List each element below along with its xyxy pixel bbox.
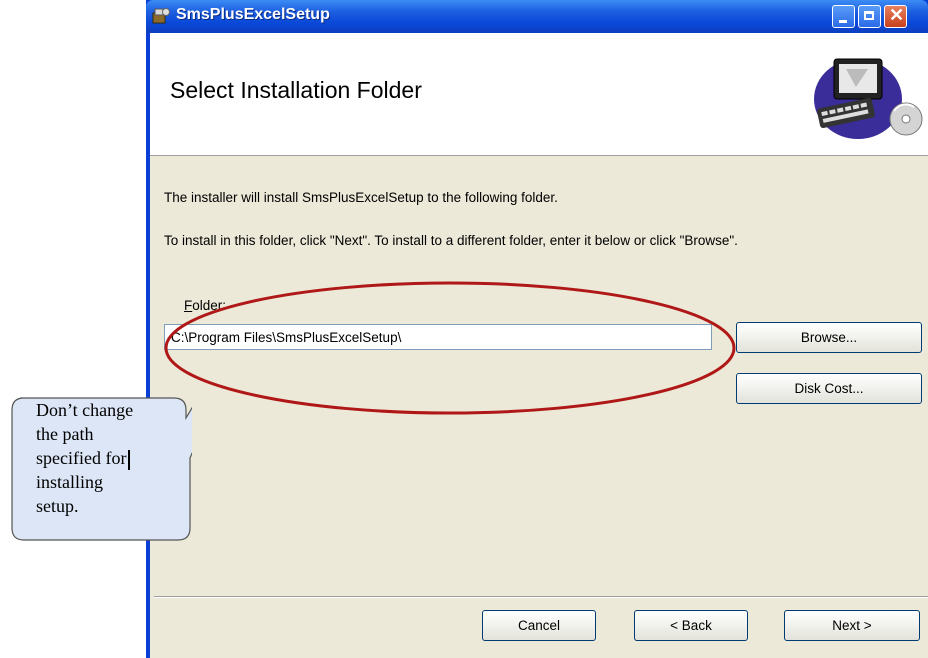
callout-line: specified for <box>36 446 196 470</box>
computer-with-cd-icon <box>814 58 923 139</box>
window-title: SmsPlusExcelSetup <box>176 6 330 23</box>
maximize-button[interactable] <box>858 5 881 28</box>
header-banner: Select Installation Folder <box>150 33 928 156</box>
callout-line: setup. <box>36 496 79 516</box>
installer-package-icon <box>152 8 170 24</box>
callout-line: the path <box>36 424 94 444</box>
title-bar[interactable]: SmsPlusExcelSetup ✕ <box>146 0 928 33</box>
cancel-button[interactable]: Cancel <box>482 610 596 641</box>
minimize-button[interactable] <box>832 5 855 28</box>
close-icon: ✕ <box>889 5 905 25</box>
close-button[interactable]: ✕ <box>884 5 907 28</box>
text-caret <box>128 449 131 470</box>
dialog-body: The installer will install SmsPlusExcelS… <box>150 156 928 658</box>
folder-label-text: older: <box>192 298 227 313</box>
callout-line: installing <box>36 472 103 492</box>
footer-divider <box>154 596 928 598</box>
folder-label-accelerator: F <box>184 298 193 313</box>
callout-line-text: specified for <box>36 448 127 468</box>
folder-path-input[interactable] <box>164 324 712 350</box>
callout-line: Don’t change <box>36 400 134 420</box>
browse-button[interactable]: Browse... <box>736 322 922 353</box>
callout-text: Don’t change the path specified for inst… <box>36 398 196 518</box>
installer-window: SmsPlusExcelSetup ✕ Select Installation … <box>146 0 928 658</box>
page-title: Select Installation Folder <box>170 77 422 103</box>
next-button[interactable]: Next > <box>784 610 920 641</box>
intro-text: The installer will install SmsPlusExcelS… <box>164 190 558 205</box>
disk-cost-button[interactable]: Disk Cost... <box>736 373 922 404</box>
instruction-text: To install in this folder, click "Next".… <box>164 233 738 248</box>
back-button[interactable]: < Back <box>634 610 748 641</box>
folder-label: Folder: <box>184 298 226 313</box>
